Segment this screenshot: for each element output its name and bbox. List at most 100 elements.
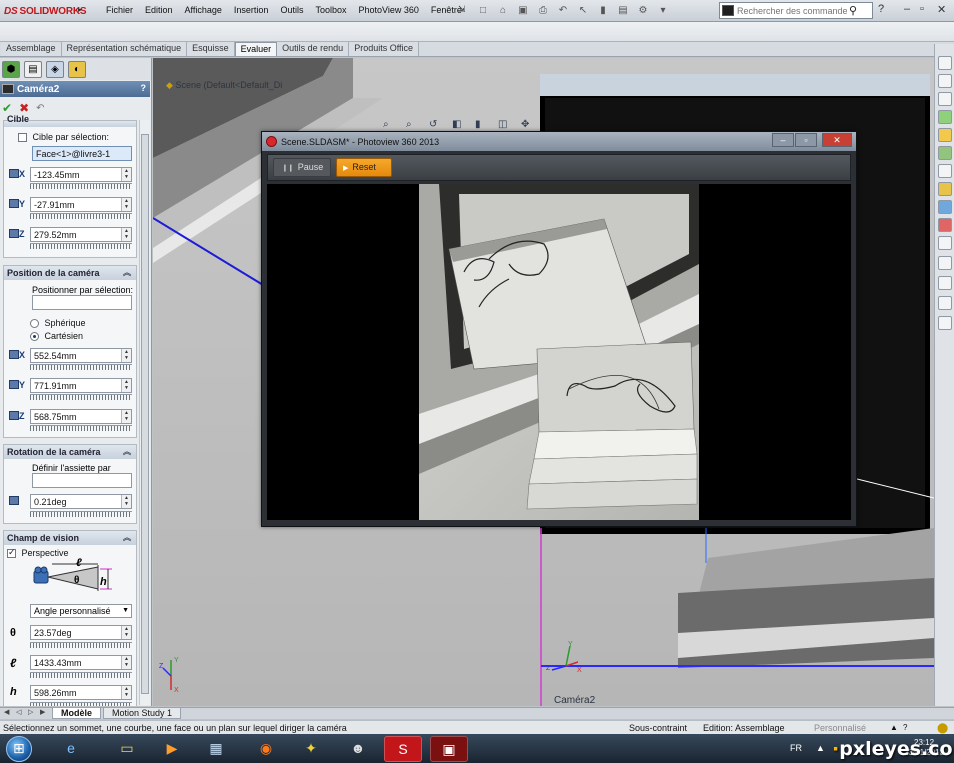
target-z-field[interactable]: 279.52mm ▲ ▼ <box>30 227 132 242</box>
resources-icon[interactable] <box>938 56 952 70</box>
tab-assemblage[interactable]: Assemblage <box>1 42 62 56</box>
tab-esquisse[interactable]: Esquisse <box>187 42 235 56</box>
configuration-manager-icon[interactable]: ◈ <box>46 61 64 78</box>
ok-check-icon[interactable]: ✔ <box>2 101 12 115</box>
toolbar-dropdown-icon[interactable]: ▾ <box>654 3 672 19</box>
design-library-icon[interactable] <box>938 74 952 88</box>
h-spinner[interactable]: ▲ ▼ <box>121 686 131 699</box>
photoview-window[interactable]: Scene.SLDASM* - Photoview 360 2013 – ▫ ✕… <box>261 131 857 527</box>
h-slider[interactable] <box>30 702 132 706</box>
tab-representation-schematique[interactable]: Représentation schématique <box>61 42 188 56</box>
target-y-spinner[interactable]: ▲ ▼ <box>121 198 131 211</box>
command-search-input[interactable] <box>737 5 847 16</box>
rebuild-icon[interactable]: ▮ <box>594 3 612 19</box>
status-help-icon[interactable]: ? <box>903 723 907 732</box>
photoview-close-icon[interactable]: ✕ <box>822 133 852 147</box>
search-scope-icon[interactable] <box>722 5 734 16</box>
internet-explorer-icon[interactable]: e <box>52 736 90 762</box>
custom-properties-icon[interactable] <box>938 200 952 214</box>
property-manager-icon[interactable]: ▤ <box>24 61 42 78</box>
position-y-spinner[interactable]: ▲ ▼ <box>121 379 131 392</box>
position-x-spinner[interactable]: ▲ ▼ <box>121 349 131 362</box>
target-z-spinner[interactable]: ▲ ▼ <box>121 228 131 241</box>
roll-slider[interactable] <box>30 511 132 517</box>
cancel-x-icon[interactable]: ✖ <box>19 101 29 115</box>
display-manager-icon[interactable]: ◐ <box>68 61 86 78</box>
collapse-chevron-icon[interactable]: ︽ <box>123 532 131 543</box>
collapse-chevron-icon[interactable]: ︽ <box>123 446 131 457</box>
chevron-down-icon[interactable]: ▼ <box>122 607 129 614</box>
minimize-icon[interactable]: – <box>904 3 910 15</box>
menu-insertion[interactable]: Insertion <box>228 3 275 19</box>
start-button[interactable] <box>6 736 32 762</box>
target-z-slider[interactable] <box>30 243 132 249</box>
cartesian-option[interactable]: Cartésien <box>30 331 151 342</box>
menu-outils[interactable]: Outils <box>274 3 309 19</box>
feature-tree-root-label[interactable]: ◆ Scene (Default<Default_Di <box>166 80 282 91</box>
folder-icon[interactable] <box>938 182 952 196</box>
cartesian-radio[interactable] <box>30 332 39 342</box>
photoview-maximize-icon[interactable]: ▫ <box>795 133 817 147</box>
photoview-minimize-icon[interactable]: – <box>772 133 794 147</box>
menu-photoview[interactable]: PhotoView 360 <box>353 3 425 19</box>
spherical-option[interactable]: Sphérique <box>30 318 151 329</box>
menu-toolbox[interactable]: Toolbox <box>309 3 352 19</box>
search-icon[interactable]: ⚲ <box>849 4 857 17</box>
help-icon[interactable]: ? <box>878 3 884 15</box>
position-z-slider[interactable] <box>30 425 132 431</box>
save-icon[interactable]: ▣ <box>514 3 532 19</box>
language-indicator[interactable]: FR <box>790 743 802 753</box>
target-by-selection-checkbox[interactable] <box>18 133 27 143</box>
home-icon[interactable] <box>938 128 952 142</box>
file-explorer-icon[interactable] <box>938 92 952 106</box>
property-manager-scrollbar[interactable] <box>139 120 150 705</box>
status-units[interactable]: Personnalisé <box>814 723 866 733</box>
tab-modele[interactable]: Modèle <box>52 708 102 719</box>
target-group-header[interactable]: Cible <box>4 114 136 127</box>
menu-edition[interactable]: Edition <box>139 3 179 19</box>
camera-rotation-header[interactable]: Rotation de la caméra ︽ <box>4 445 136 459</box>
photoview-taskbar-icon[interactable]: ▣ <box>430 736 468 762</box>
position-z-spinner[interactable]: ▲ ▼ <box>121 410 131 423</box>
calculator-icon[interactable]: ▦ <box>197 736 235 762</box>
menu-fichier[interactable]: Fichier <box>100 3 139 19</box>
position-x-field[interactable]: 552.54mm ▲ ▼ <box>30 348 132 363</box>
tab-motion-study[interactable]: Motion Study 1 <box>103 708 182 719</box>
tab-evaluer[interactable]: Evaluer <box>234 42 278 56</box>
solidworks-taskbar-icon[interactable]: S <box>384 736 422 762</box>
l-spinner[interactable]: ▲ ▼ <box>121 656 131 669</box>
cat-app-icon[interactable]: ☻ <box>339 736 377 762</box>
select-icon[interactable]: ↖ <box>574 3 592 19</box>
undo-icon[interactable]: ↶ <box>554 3 572 19</box>
spherical-radio[interactable] <box>30 319 39 329</box>
restore-icon[interactable]: ▫ <box>920 3 924 15</box>
tab-nav-last-icon[interactable]: ▶ <box>40 708 52 719</box>
tab-produits-office[interactable]: Produits Office <box>349 42 420 56</box>
new-document-icon[interactable]: □ <box>474 3 492 19</box>
tab-nav-first-icon[interactable]: ◀ <box>4 708 16 719</box>
theta-spinner[interactable]: ▲ ▼ <box>121 626 131 639</box>
appearances-icon[interactable] <box>938 218 952 232</box>
view-palette-icon[interactable] <box>938 110 952 124</box>
fov-preset-select[interactable]: Angle personnalisé ▼ <box>30 604 132 618</box>
open-icon[interactable]: ⌂ <box>494 3 512 19</box>
pin-menu-icon[interactable]: ⇲ <box>458 4 466 15</box>
roll-field[interactable]: 0.21deg ▲ ▼ <box>30 494 132 509</box>
target-y-field[interactable]: -27.91mm ▲ ▼ <box>30 197 132 212</box>
command-search-box[interactable]: ⚲ <box>719 2 873 19</box>
options-icon[interactable]: ⚙ <box>634 3 652 19</box>
help-question-icon[interactable]: ? <box>141 83 147 93</box>
file-properties-icon[interactable]: ▤ <box>614 3 632 19</box>
photoview-title-bar[interactable]: Scene.SLDASM* - Photoview 360 2013 – ▫ ✕ <box>262 132 856 151</box>
roll-spinner[interactable]: ▲ ▼ <box>121 495 131 508</box>
perspective-option[interactable]: Perspective <box>7 547 141 559</box>
tab-outils-de-rendu[interactable]: Outils de rendu <box>277 42 350 56</box>
perspective-checkbox[interactable] <box>7 547 16 559</box>
scroll-pane-icon[interactable] <box>938 316 952 330</box>
pause-button[interactable]: Pause <box>273 158 331 177</box>
theta-slider[interactable] <box>30 642 132 648</box>
scrollbar-thumb[interactable] <box>141 134 149 694</box>
position-selection-field[interactable] <box>32 295 132 310</box>
game-app-icon[interactable]: ✦ <box>292 736 330 762</box>
target-selection-field[interactable]: Face<1>@livre3-1 <box>32 146 132 161</box>
